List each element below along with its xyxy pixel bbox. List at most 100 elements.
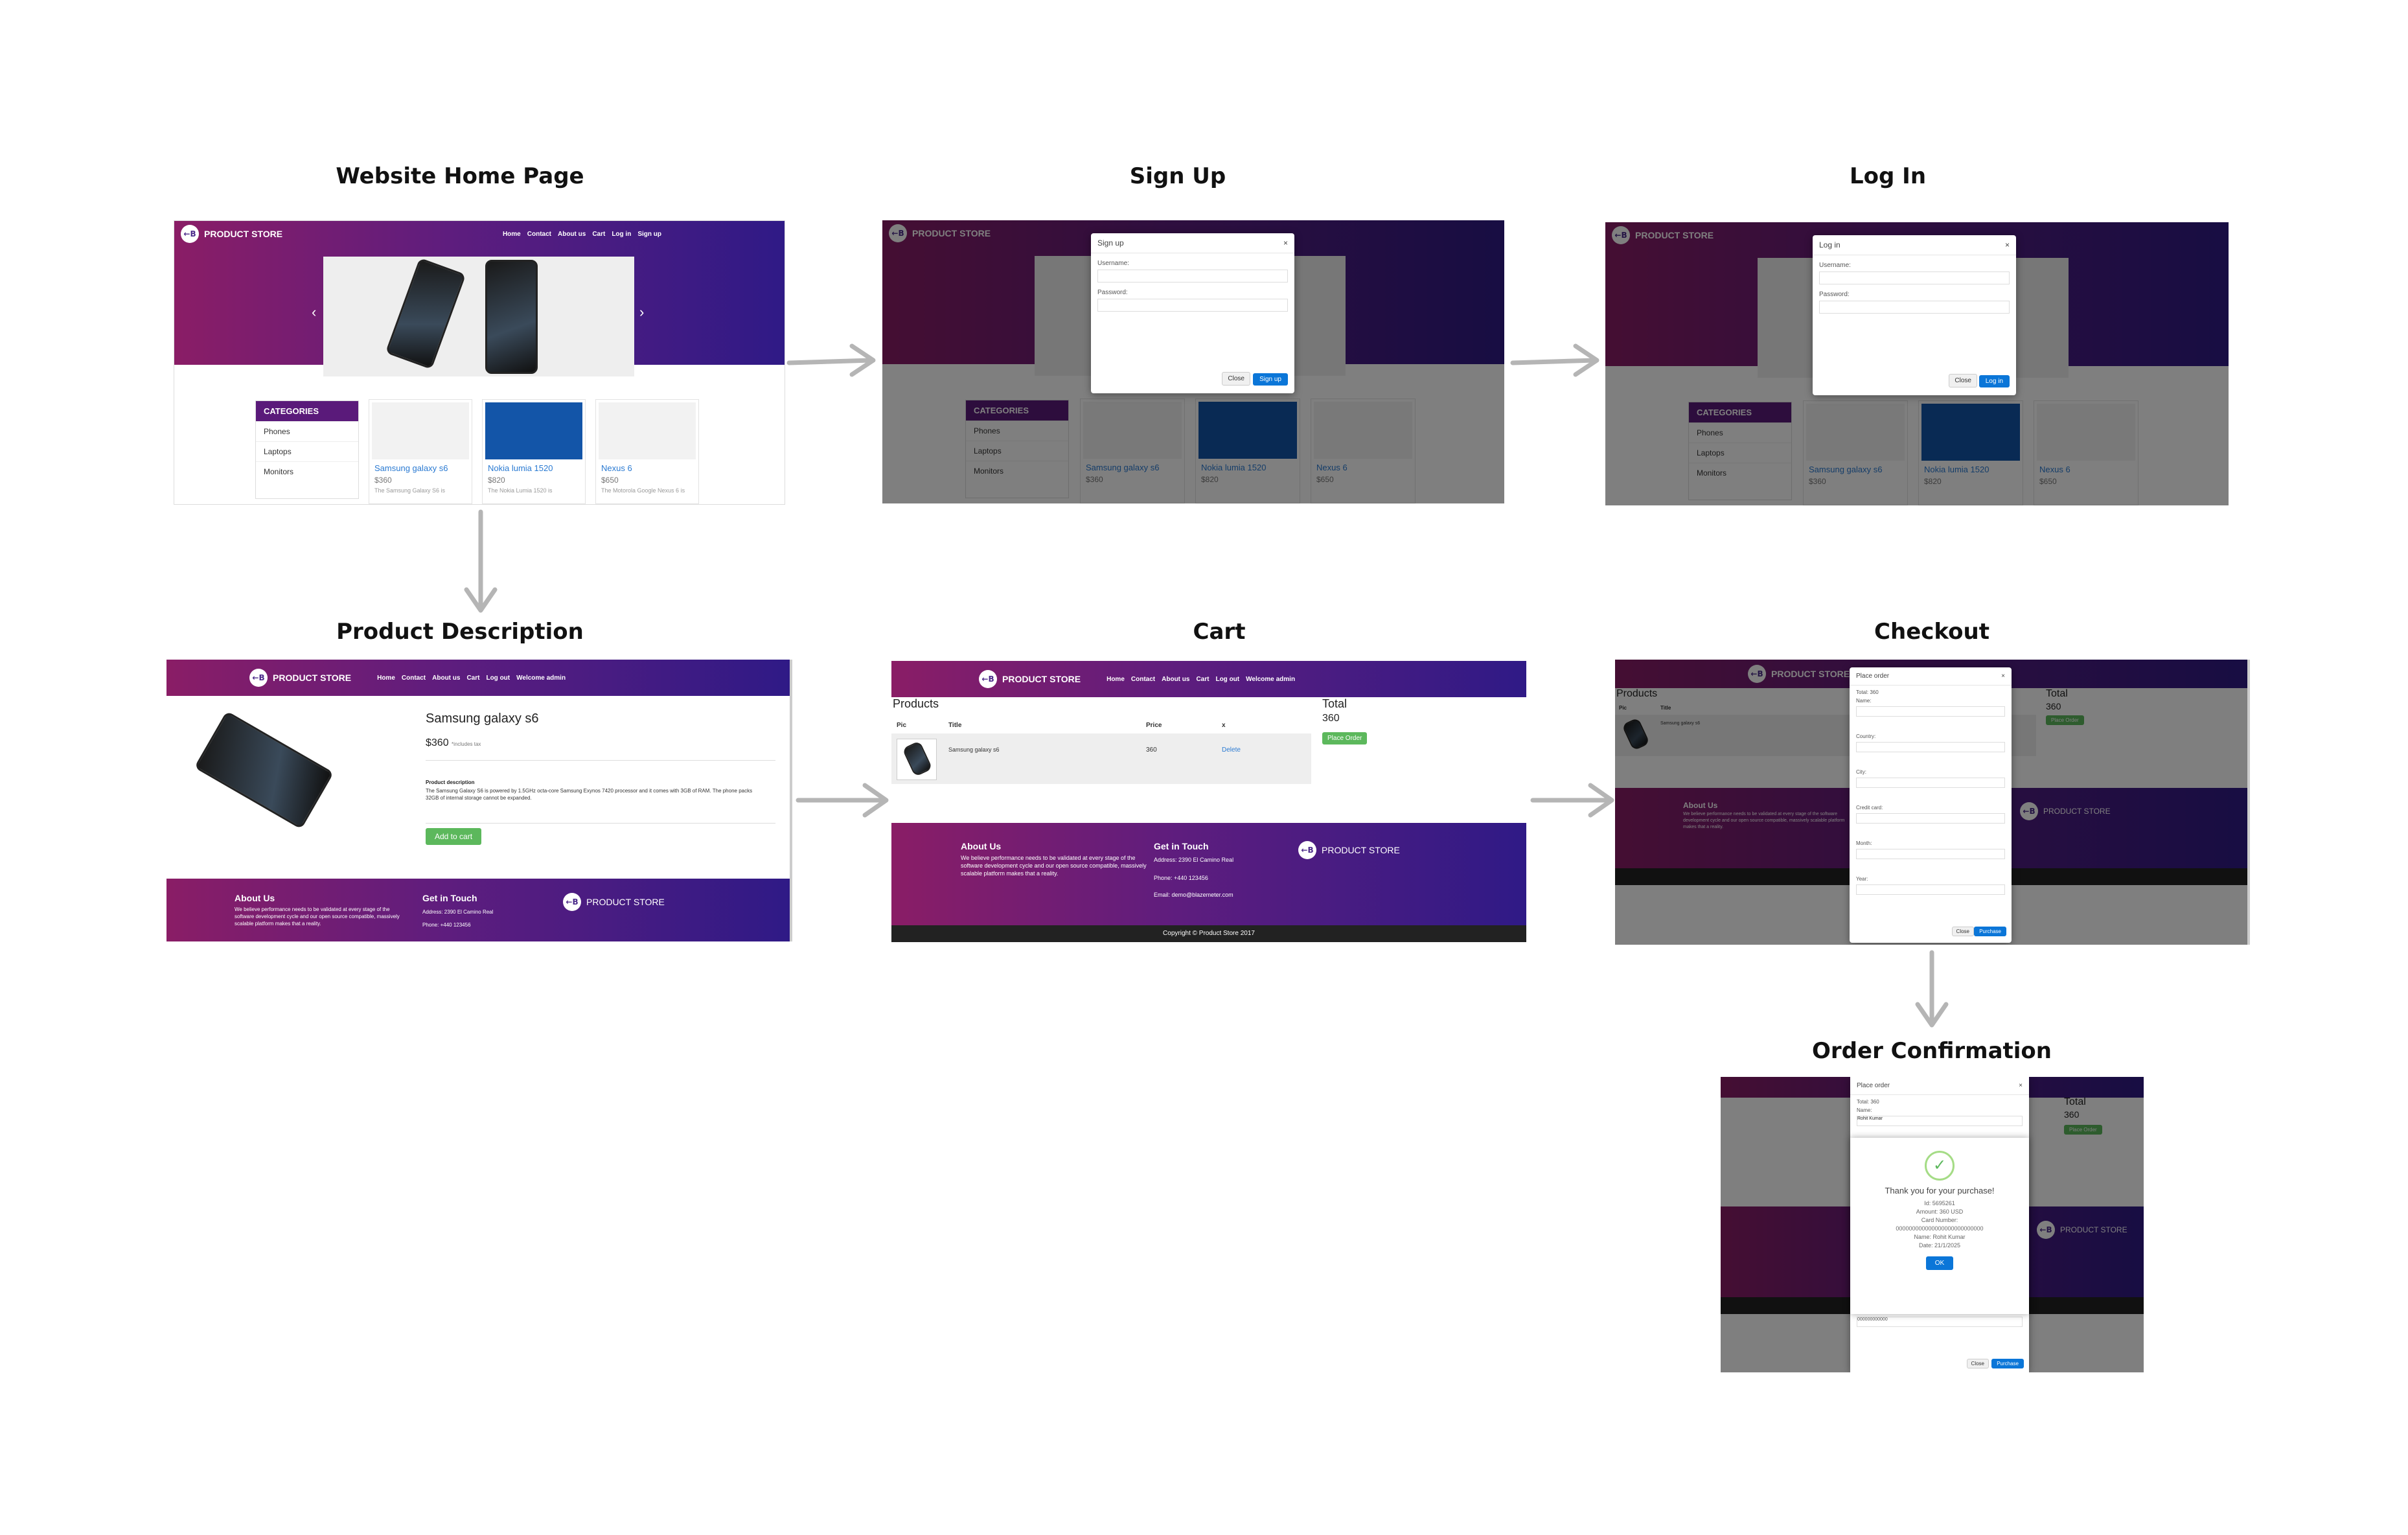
screenshot-cart: ←B PRODUCT STORE Home Contact About us C…	[891, 661, 1526, 942]
nav-home[interactable]: Home	[503, 231, 521, 238]
store-logo-icon: ←B	[979, 670, 997, 688]
order-name: Name: Rohit Kumar	[1914, 1234, 1966, 1240]
brand-name[interactable]: PRODUCT STORE	[1002, 674, 1081, 684]
close-icon[interactable]: ×	[2005, 240, 2010, 249]
close-icon[interactable]: ×	[1283, 238, 1288, 248]
product-name[interactable]: Nexus 6	[596, 462, 698, 474]
month-input[interactable]	[1856, 849, 2005, 859]
col-x: x	[1222, 722, 1226, 729]
delete-link[interactable]: Delete	[1222, 746, 1241, 754]
footer-brand: PRODUCT STORE	[1322, 845, 1400, 855]
nav-about[interactable]: About us	[558, 231, 586, 238]
place-order-button[interactable]: Place Order	[1322, 732, 1368, 744]
carousel-next-icon[interactable]: ›	[639, 304, 644, 321]
purchase-button[interactable]: Purchase	[1974, 927, 2006, 936]
add-to-cart-button[interactable]: Add to cart	[426, 828, 482, 845]
nav-cart[interactable]: Cart	[466, 675, 479, 682]
name-input[interactable]: Rohit Kumar	[1857, 1116, 2023, 1126]
username-label: Username:	[1819, 262, 1851, 269]
close-button[interactable]: Close	[1966, 1359, 1989, 1368]
password-label: Password:	[1097, 289, 1128, 296]
nav-home[interactable]: Home	[377, 675, 395, 682]
brand-name[interactable]: PRODUCT STORE	[204, 229, 282, 239]
carousel-prev-icon[interactable]: ‹	[312, 304, 316, 321]
footer-about-text: We believe performance needs to be valid…	[235, 906, 400, 927]
screenshot-product: ←B PRODUCT STORE Home Contact About us C…	[166, 660, 792, 941]
category-phones[interactable]: Phones	[256, 421, 358, 441]
product-card[interactable]: Samsung galaxy s6 $360 The Samsung Galax…	[369, 399, 472, 504]
username-label: Username:	[1097, 260, 1129, 267]
order-total: Total: 360	[1856, 689, 1879, 695]
footer-address: Address: 2390 El Camino Real	[422, 909, 494, 915]
username-input[interactable]	[1819, 271, 2010, 284]
card-input[interactable]: 000000000000	[1857, 1317, 2023, 1327]
country-input[interactable]	[1856, 742, 2005, 752]
close-button[interactable]: Close	[1951, 927, 1974, 936]
month-label: Month:	[1856, 840, 1872, 846]
brand-name[interactable]: PRODUCT STORE	[273, 673, 351, 683]
nav-cart[interactable]: Cart	[592, 231, 605, 238]
nav-contact[interactable]: Contact	[402, 675, 426, 682]
product-image[interactable]	[485, 402, 582, 459]
footer-touch-title: Get in Touch	[422, 893, 477, 903]
city-input[interactable]	[1856, 778, 2005, 788]
nav-about[interactable]: About us	[1162, 676, 1189, 683]
categories-title[interactable]: CATEGORIES	[256, 401, 358, 421]
year-input[interactable]	[1856, 884, 2005, 895]
nav-welcome[interactable]: Welcome admin	[1246, 676, 1295, 683]
order-total: Total: 360	[1857, 1099, 1879, 1105]
footer: About Us We believe performance needs to…	[166, 879, 790, 941]
nav-login[interactable]: Log in	[612, 231, 631, 238]
product-name[interactable]: Nokia lumia 1520	[483, 462, 585, 474]
nav-contact[interactable]: Contact	[527, 231, 551, 238]
order-id: Id: 5695261	[1924, 1200, 1955, 1206]
username-input[interactable]	[1097, 270, 1288, 283]
nav-logout[interactable]: Log out	[1215, 676, 1239, 683]
cart-item-title: Samsung galaxy s6	[948, 746, 1000, 753]
ok-button[interactable]: OK	[1925, 1256, 1954, 1270]
purchase-button[interactable]: Purchase	[1991, 1359, 2024, 1368]
signup-submit-button[interactable]: Sign up	[1253, 373, 1288, 386]
nav-cart[interactable]: Cart	[1196, 676, 1209, 683]
product-card[interactable]: Nokia lumia 1520 $820 The Nokia Lumia 15…	[482, 399, 586, 504]
close-button[interactable]: Close	[1222, 372, 1250, 386]
password-input[interactable]	[1819, 301, 2010, 314]
total-heading: Total	[1322, 697, 1347, 710]
col-title: Title	[948, 722, 962, 729]
product-name[interactable]: Samsung galaxy s6	[369, 462, 472, 474]
login-submit-button[interactable]: Log in	[1978, 375, 2010, 387]
card-input[interactable]	[1856, 813, 2005, 824]
category-monitors[interactable]: Monitors	[256, 461, 358, 481]
nav-logout[interactable]: Log out	[486, 675, 510, 682]
modal-title: Place order	[1857, 1082, 1890, 1089]
nav-contact[interactable]: Contact	[1131, 676, 1155, 683]
close-icon[interactable]: ×	[2019, 1082, 2023, 1089]
category-laptops[interactable]: Laptops	[256, 441, 358, 461]
screenshot-confirmation: Total 360 Place Order ←B PRODUCT STORE P…	[1721, 1077, 2144, 1372]
nav-links: Home Contact About us Cart Log in Sign u…	[503, 231, 661, 238]
nav-welcome[interactable]: Welcome admin	[516, 675, 566, 682]
tax-note: *includes tax	[452, 741, 481, 747]
nav-signup[interactable]: Sign up	[637, 231, 661, 238]
product-price: $820	[488, 476, 505, 485]
modal-title: Log in	[1819, 240, 1840, 249]
categories-list: CATEGORIES Phones Laptops Monitors	[255, 400, 359, 499]
password-input[interactable]	[1097, 299, 1288, 312]
total-value: 360	[1322, 713, 1340, 724]
product-image[interactable]	[599, 402, 696, 459]
store-logo-icon: ←B	[249, 669, 268, 687]
phone-image	[385, 257, 466, 370]
footer-phone: Phone: +440 123456	[1154, 875, 1208, 881]
product-card[interactable]: Nexus 6 $650 The Motorola Google Nexus 6…	[595, 399, 699, 504]
product-image[interactable]	[372, 402, 469, 459]
footer-phone: Phone: +440 123456	[422, 922, 471, 928]
nav-about[interactable]: About us	[432, 675, 460, 682]
arrow-home-to-signup	[786, 358, 874, 365]
order-amount: Amount: 360 USD	[1916, 1208, 1964, 1215]
close-button[interactable]: Close	[1949, 374, 1977, 387]
description-text: The Samsung Galaxy S6 is powered by 1.5G…	[426, 788, 753, 801]
nav-home[interactable]: Home	[1107, 676, 1125, 683]
col-pic: Pic	[897, 722, 907, 729]
name-input[interactable]	[1856, 706, 2005, 717]
close-icon[interactable]: ×	[2001, 673, 2005, 680]
